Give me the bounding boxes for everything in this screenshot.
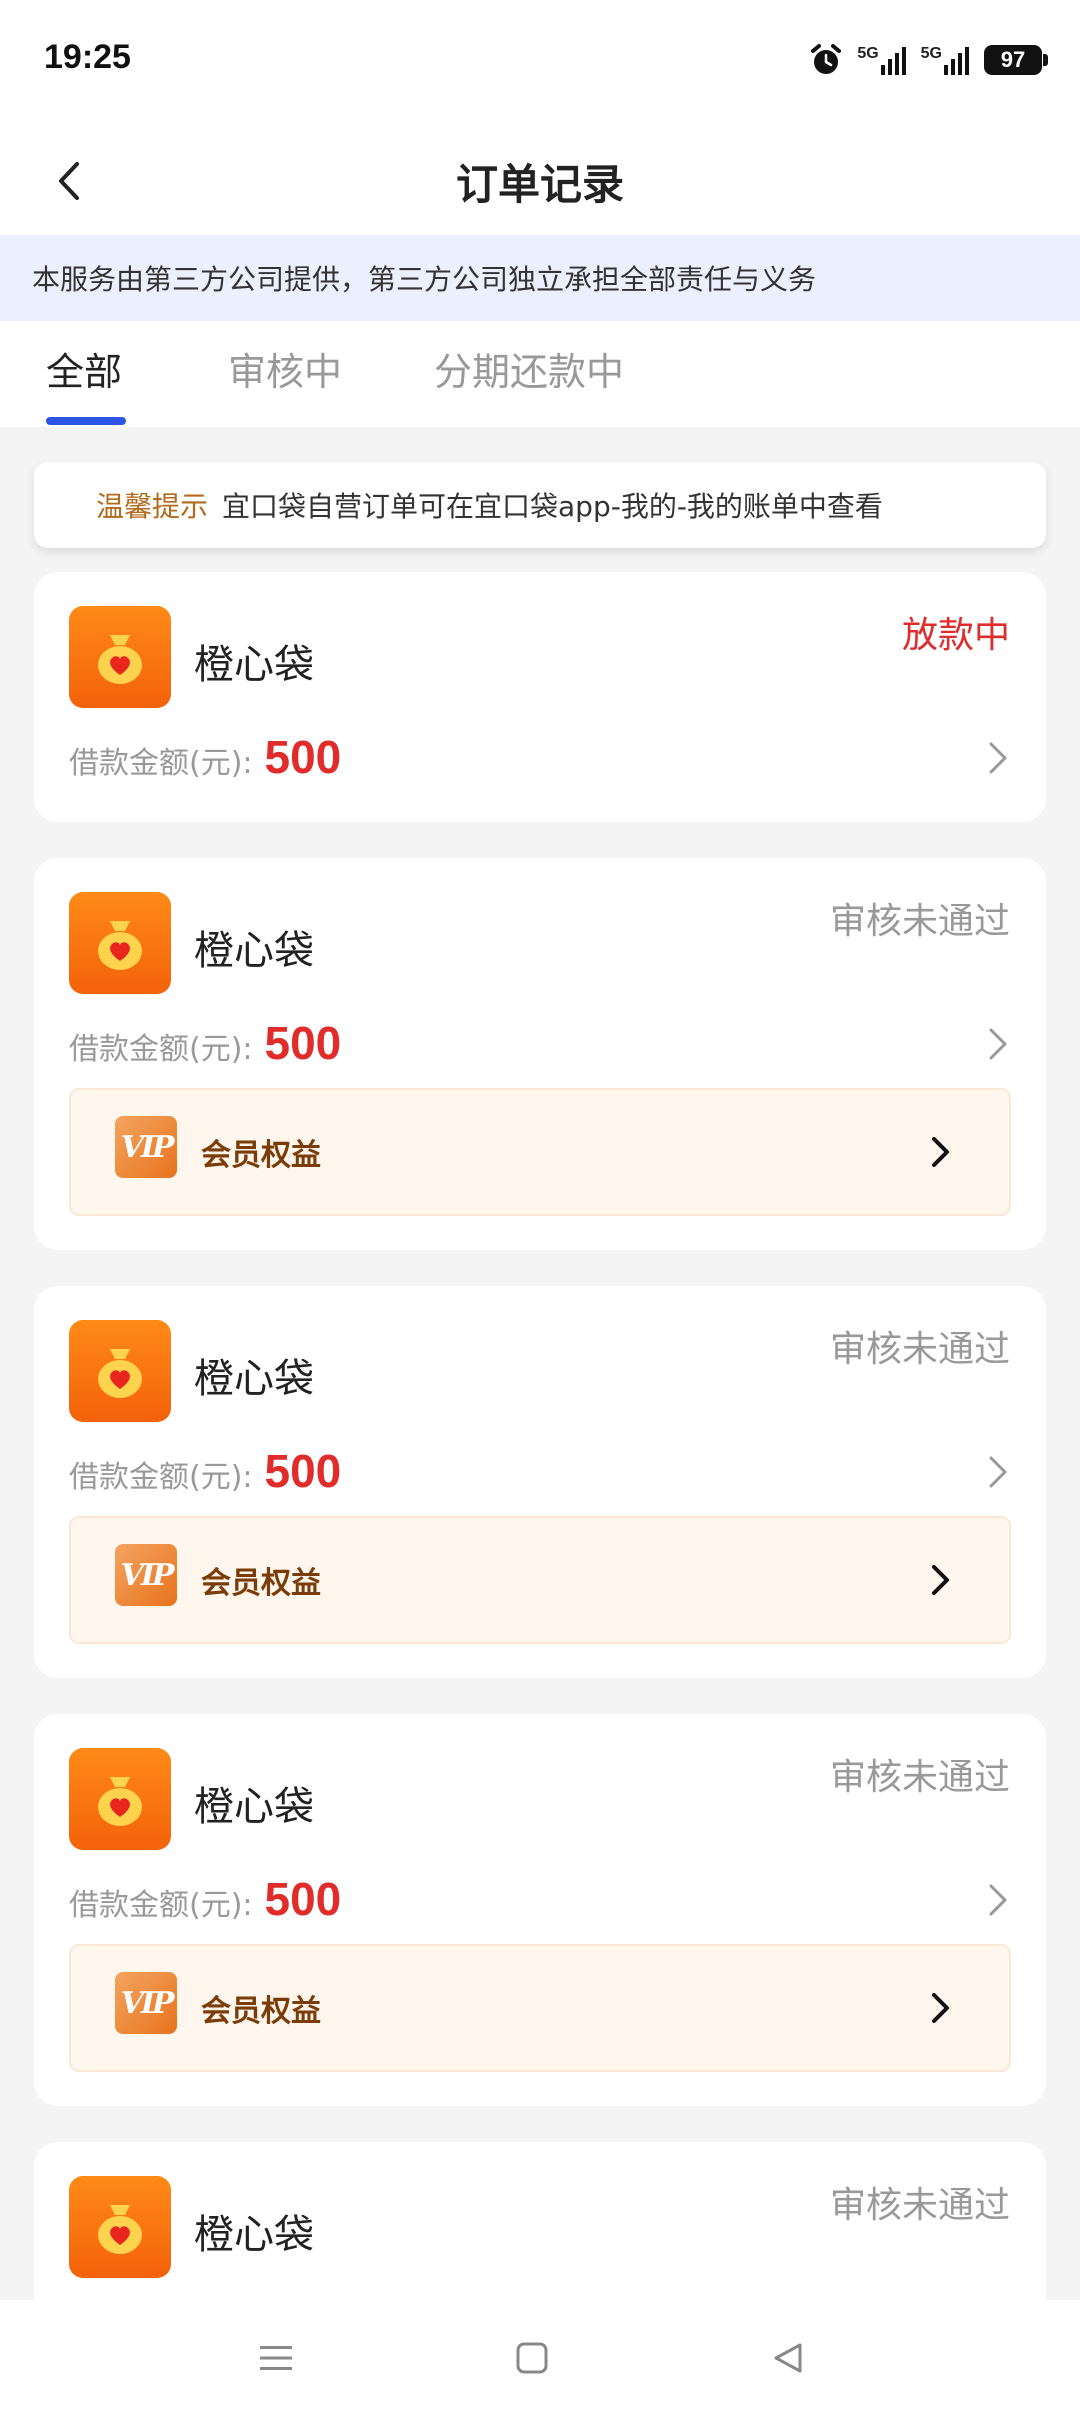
app-root: 19:25 5G 5G 97 订单记录 本服务由第三方公司提供，第三方公司独立承… — [0, 0, 1080, 2412]
money-bag-heart-icon — [69, 1748, 171, 1850]
chevron-right-icon — [923, 1134, 959, 1170]
chevron-right-icon — [923, 1990, 959, 2026]
vip-label: 会员权益 — [201, 1566, 321, 1601]
app-name: 橙心袋 — [194, 2212, 314, 2258]
tab-indicator — [46, 417, 126, 425]
app-name: 橙心袋 — [194, 1356, 314, 1402]
signal-icon-1: 5G — [857, 45, 906, 75]
notice-text: 本服务由第三方公司提供，第三方公司独立承担全部责任与义务 — [32, 263, 817, 296]
order-card[interactable]: 橙心袋 放款中 借款金额(元): 500 — [34, 572, 1046, 822]
amount-label: 借款金额(元): — [69, 1888, 253, 1923]
home-square-icon[interactable] — [504, 2330, 560, 2386]
vip-label: 会员权益 — [201, 1994, 321, 2029]
signal-icon-2: 5G — [921, 45, 970, 75]
tip-card: 温馨提示 宜口袋自营订单可在宜口袋app-我的-我的账单中查看 — [34, 462, 1046, 548]
order-status: 审核未通过 — [829, 1329, 1010, 1370]
vip-badge-icon: VIP — [115, 1972, 177, 2034]
alarm-icon — [809, 43, 843, 77]
amount-value: 500 — [264, 1017, 342, 1069]
order-card[interactable]: 橙心袋 审核未通过 借款金额(元): 500 VIP 会员权益 — [34, 858, 1046, 1250]
order-list: 橙心袋 放款中 借款金额(元): 500 橙心袋 审核未通过 借款金额(元): … — [34, 572, 1046, 2378]
order-status: 审核未通过 — [829, 1757, 1010, 1798]
order-card[interactable]: 橙心袋 审核未通过 借款金额(元): 500 VIP 会员权益 — [34, 1286, 1046, 1678]
amount-value: 500 — [264, 1873, 342, 1925]
tip-text: 宜口袋自营订单可在宜口袋app-我的-我的账单中查看 — [222, 490, 883, 523]
header: 订单记录 — [0, 125, 1080, 235]
status-bar: 19:25 5G 5G 97 — [0, 0, 1080, 125]
tab-bar: 全部 审核中 分期还款中 — [0, 321, 1080, 427]
amount-row: 借款金额(元): 500 — [69, 730, 341, 784]
amount-value: 500 — [264, 1445, 342, 1497]
vip-badge-icon: VIP — [115, 1544, 177, 1606]
amount-label: 借款金额(元): — [69, 1032, 253, 1067]
order-status: 审核未通过 — [829, 2185, 1010, 2226]
page-title: 订单记录 — [455, 160, 624, 209]
amount-row: 借款金额(元): 500 — [69, 1016, 341, 1070]
chevron-right-icon[interactable] — [980, 740, 1016, 776]
chevron-right-icon[interactable] — [980, 1882, 1016, 1918]
amount-label: 借款金额(元): — [69, 746, 253, 781]
vip-badge-icon: VIP — [115, 1116, 177, 1178]
order-status: 审核未通过 — [829, 901, 1010, 942]
money-bag-heart-icon — [69, 606, 171, 708]
app-name: 橙心袋 — [194, 642, 314, 688]
amount-value: 500 — [264, 731, 342, 783]
vip-benefits-button[interactable]: VIP 会员权益 — [69, 1088, 1011, 1216]
tab-all[interactable]: 全部 — [46, 341, 122, 396]
money-bag-heart-icon — [69, 892, 171, 994]
vip-label: 会员权益 — [201, 1138, 321, 1173]
status-time: 19:25 — [44, 38, 131, 76]
tip-label: 温馨提示 — [96, 490, 209, 523]
order-status: 放款中 — [901, 615, 1010, 656]
tab-installment[interactable]: 分期还款中 — [434, 341, 624, 396]
amount-label: 借款金额(元): — [69, 1460, 253, 1495]
order-card[interactable]: 橙心袋 审核未通过 借款金额(元): 500 VIP 会员权益 — [34, 1714, 1046, 2106]
vip-benefits-button[interactable]: VIP 会员权益 — [69, 1944, 1011, 2072]
menu-icon[interactable] — [248, 2330, 304, 2386]
system-nav-bar — [0, 2300, 1080, 2412]
money-bag-heart-icon — [69, 2176, 171, 2278]
app-name: 橙心袋 — [194, 928, 314, 974]
chevron-right-icon[interactable] — [980, 1026, 1016, 1062]
chevron-right-icon[interactable] — [980, 1454, 1016, 1490]
battery-icon: 97 — [984, 45, 1048, 75]
vip-benefits-button[interactable]: VIP 会员权益 — [69, 1516, 1011, 1644]
amount-row: 借款金额(元): 500 — [69, 1444, 341, 1498]
tab-reviewing[interactable]: 审核中 — [228, 341, 342, 396]
status-icons: 5G 5G 97 — [809, 40, 1048, 80]
back-triangle-icon[interactable] — [760, 2330, 816, 2386]
money-bag-heart-icon — [69, 1320, 171, 1422]
chevron-right-icon — [923, 1562, 959, 1598]
amount-row: 借款金额(元): 500 — [69, 1872, 341, 1926]
app-name: 橙心袋 — [194, 1784, 314, 1830]
notice-banner: 本服务由第三方公司提供，第三方公司独立承担全部责任与义务 — [0, 235, 1080, 321]
